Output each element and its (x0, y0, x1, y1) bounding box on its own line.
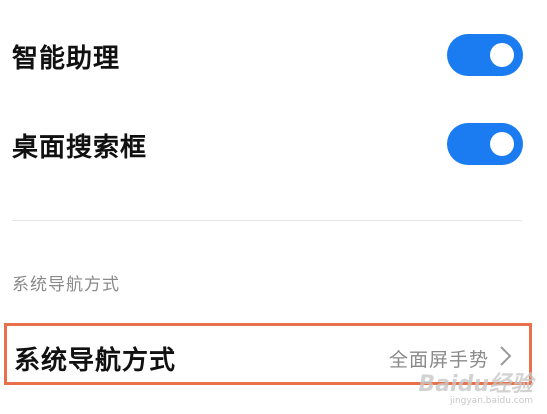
system-navigation-value: 全面屏手势 (388, 349, 489, 371)
desktop-search-toggle[interactable] (447, 123, 523, 165)
smart-assistant-label: 智能助理 (12, 44, 121, 74)
section-divider (12, 220, 522, 221)
chevron-right-icon (500, 346, 512, 366)
desktop-search-label: 桌面搜索框 (12, 133, 148, 163)
setting-row-desktop-search[interactable]: 桌面搜索框 (0, 123, 547, 167)
system-navigation-label: 系统导航方式 (14, 346, 177, 376)
watermark-url: jingyan.baidu.com (449, 396, 533, 406)
toggle-knob (490, 132, 514, 156)
system-navigation-row[interactable]: 系统导航方式 全面屏手势 (4, 323, 532, 385)
toggle-knob (490, 43, 514, 67)
setting-row-smart-assistant[interactable]: 智能助理 (0, 34, 547, 78)
section-header-navigation: 系统导航方式 (12, 275, 120, 295)
smart-assistant-toggle[interactable] (447, 34, 523, 76)
